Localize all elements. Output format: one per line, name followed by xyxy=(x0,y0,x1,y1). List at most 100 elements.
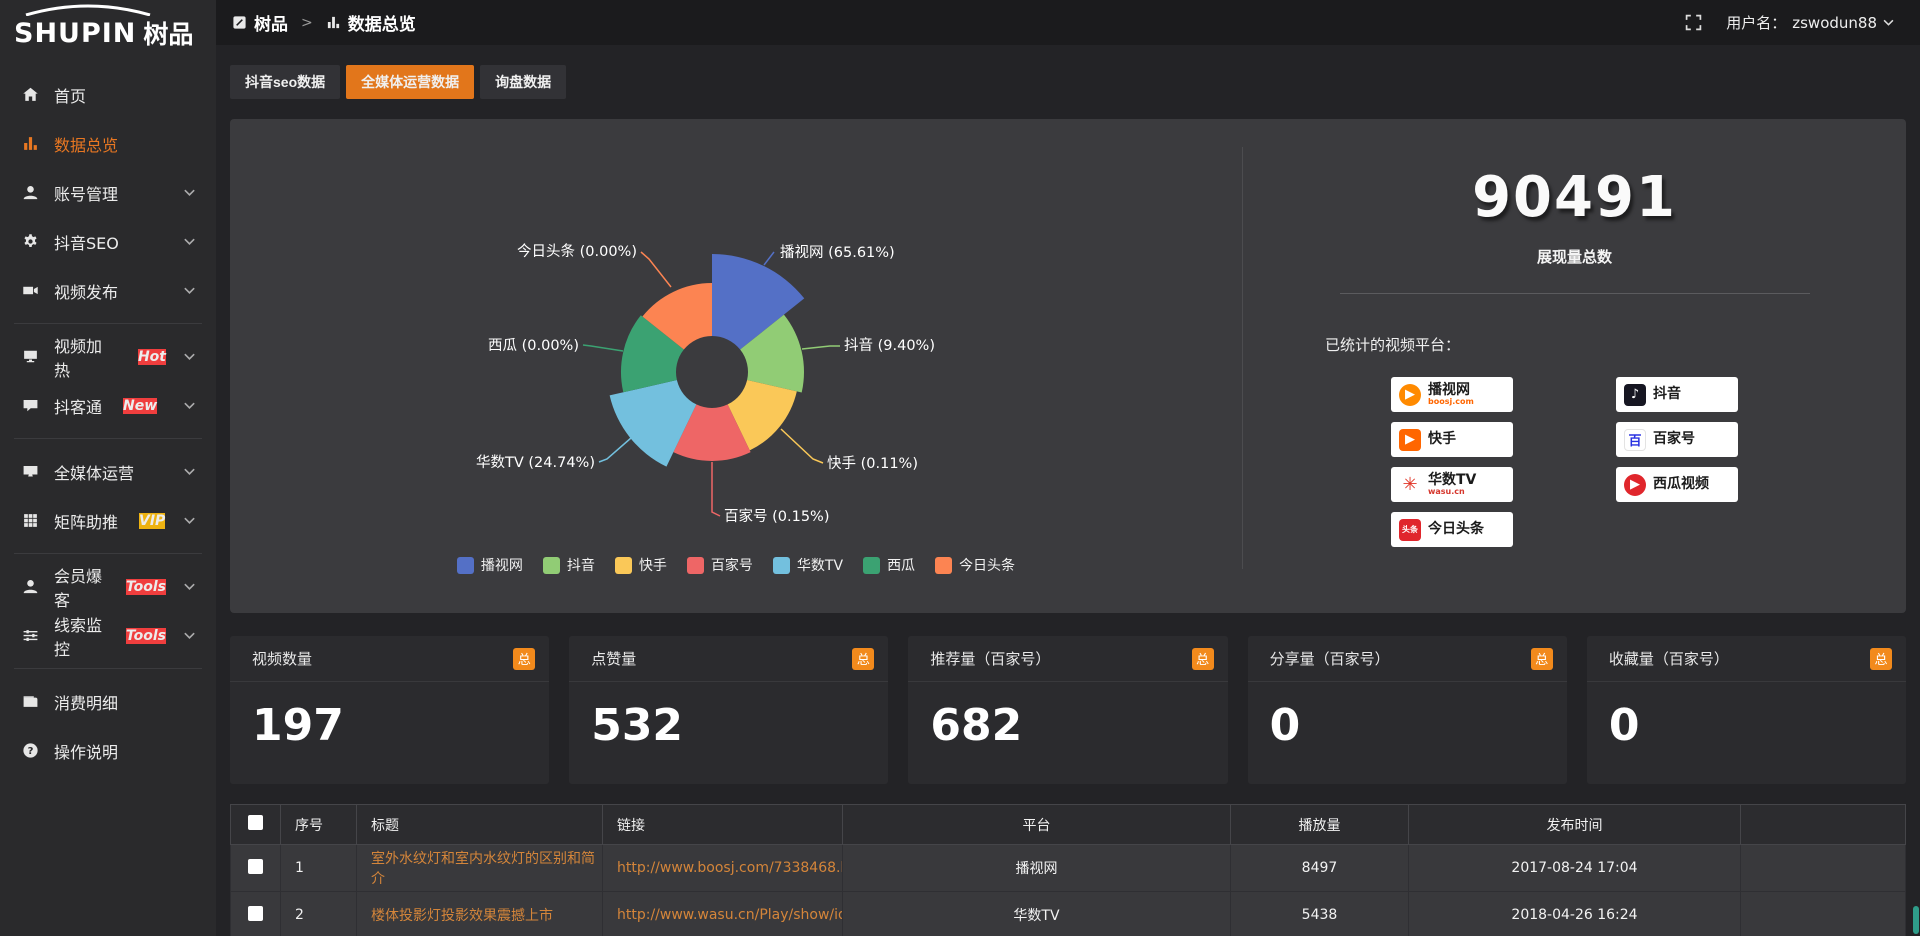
col-title: 标题 xyxy=(357,805,603,845)
sidebar-item-help[interactable]: ? 操作说明 xyxy=(0,726,216,775)
platform-badge-wasu[interactable]: ✳ 华数TVwasu.cn xyxy=(1391,467,1513,502)
person-icon xyxy=(22,578,39,595)
impressions-label: 展现量总数 xyxy=(1243,246,1906,267)
legend-item[interactable]: 今日头条 xyxy=(935,555,1015,575)
total-badge[interactable]: 总 xyxy=(1192,648,1214,670)
chevron-down-icon xyxy=(181,517,198,524)
cell-title[interactable]: 室外水纹灯和室内水纹灯的区别和简介 xyxy=(357,845,603,892)
cell-time: 2018-04-26 16:24 xyxy=(1409,892,1741,936)
video-camera-icon xyxy=(22,282,39,299)
table-header-row: 序号 标题 链接 平台 播放量 发布时间 xyxy=(231,805,1906,845)
total-badge[interactable]: 总 xyxy=(852,648,874,670)
cell-platform: 华数TV xyxy=(843,892,1231,936)
breadcrumb-item[interactable]: 数据总览 xyxy=(348,10,416,35)
select-all-checkbox[interactable] xyxy=(248,815,263,830)
brand-logo[interactable]: SHUPIN 树品 xyxy=(0,0,216,56)
gear-icon xyxy=(22,233,39,250)
sidebar-item-label: 账号管理 xyxy=(54,181,118,205)
breadcrumb-item[interactable]: 树品 xyxy=(254,10,288,35)
user-icon xyxy=(22,184,39,201)
platform-badge-baijiahao[interactable]: 百 百家号 xyxy=(1616,422,1738,457)
sidebar-item-home[interactable]: 首页 xyxy=(0,70,216,119)
impressions-total: 90491 xyxy=(1243,165,1906,230)
chevron-down-icon xyxy=(1883,19,1894,26)
pie-label: 快手 (0.11%) xyxy=(827,455,918,472)
platform-badge-douyin[interactable]: ♪ 抖音 xyxy=(1616,377,1738,412)
chevron-down-icon xyxy=(181,402,198,409)
chevron-down-icon xyxy=(181,583,198,590)
legend-swatch xyxy=(543,557,560,574)
cell-link[interactable]: http://www.boosj.com/7338468.html xyxy=(617,860,842,876)
card-value: 0 xyxy=(1587,682,1906,751)
total-badge[interactable]: 总 xyxy=(1531,648,1553,670)
sidebar-item-label: 视频发布 xyxy=(54,279,118,303)
sidebar-item-data-overview[interactable]: 数据总览 xyxy=(0,119,216,168)
card-video-count: 视频数量总 197 xyxy=(230,636,549,784)
monitor-icon xyxy=(22,348,39,365)
row-checkbox[interactable] xyxy=(248,859,263,874)
legend-item[interactable]: 快手 xyxy=(615,555,667,575)
legend-swatch xyxy=(773,557,790,574)
svg-text:?: ? xyxy=(28,746,34,757)
menu-divider xyxy=(14,553,202,554)
sidebar-item-label: 全媒体运营 xyxy=(54,460,134,484)
cell-title[interactable]: 楼体投影灯投影效果震撼上市 xyxy=(357,892,603,936)
chevron-down-icon xyxy=(181,632,198,639)
row-checkbox[interactable] xyxy=(248,906,263,921)
platform-badge-boosj[interactable]: ▶ 播视网boosj.com xyxy=(1391,377,1513,412)
logo-text-cn: 树品 xyxy=(143,22,193,47)
sidebar-item-douyin-seo[interactable]: 抖音SEO xyxy=(0,217,216,266)
user-menu[interactable]: 用户名： zswodun88 xyxy=(1726,12,1894,33)
sidebar-item-lead-monitor[interactable]: 线索监控 Tools xyxy=(0,611,216,660)
bar-chart-icon xyxy=(326,15,341,30)
table-row: 1 室外水纹灯和室内水纹灯的区别和简介 http://www.boosj.com… xyxy=(231,845,1906,892)
xigua-icon: ▶ xyxy=(1624,474,1646,496)
wallet-icon xyxy=(22,693,39,710)
sidebar-item-omnimedia[interactable]: 全媒体运营 xyxy=(0,447,216,496)
username: zswodun88 xyxy=(1792,14,1877,32)
legend-item[interactable]: 百家号 xyxy=(687,555,753,575)
cell-link[interactable]: http://www.wasu.cn/Play/show/id/952... xyxy=(617,907,842,923)
platform-badge-toutiao[interactable]: 头条 今日头条 xyxy=(1391,512,1513,547)
tab-inquiry-data[interactable]: 询盘数据 xyxy=(480,65,566,99)
pie-label: 西瓜 (0.00%) xyxy=(488,338,579,354)
sidebar-item-spend-detail[interactable]: 消费明细 xyxy=(0,677,216,726)
sidebar-item-label: 视频加热 xyxy=(54,333,117,381)
baijiahao-icon: 百 xyxy=(1624,429,1646,451)
chat-bubble-icon xyxy=(22,397,39,414)
platform-badge-kuaishou[interactable]: ▶ 快手 xyxy=(1391,422,1513,457)
legend-item[interactable]: 华数TV xyxy=(773,555,843,575)
pie-label-line xyxy=(583,345,623,351)
legend-item[interactable]: 抖音 xyxy=(543,555,595,575)
stat-cards: 视频数量总 197 点赞量总 532 推荐量（百家号）总 682 分享量（百家号… xyxy=(230,636,1906,784)
tab-omnimedia-data[interactable]: 全媒体运营数据 xyxy=(346,65,474,99)
sidebar-item-doketong[interactable]: 抖客通 New xyxy=(0,381,216,430)
wasu-icon: ✳ xyxy=(1399,474,1421,496)
bar-chart-icon xyxy=(22,135,39,152)
col-link: 链接 xyxy=(603,805,843,845)
sidebar-item-member-burst[interactable]: 会员爆客 Tools xyxy=(0,562,216,611)
platform-badge-xigua[interactable]: ▶ 西瓜视频 xyxy=(1616,467,1738,502)
legend-item[interactable]: 播视网 xyxy=(457,555,523,575)
total-badge[interactable]: 总 xyxy=(513,648,535,670)
fullscreen-icon[interactable] xyxy=(1685,14,1702,31)
new-badge: New xyxy=(123,398,157,414)
douyin-icon: ♪ xyxy=(1624,384,1646,406)
sidebar-item-video-heat[interactable]: 视频加热 Hot xyxy=(0,332,216,381)
sidebar-item-label: 消费明细 xyxy=(54,690,118,714)
cell-time: 2017-08-24 17:04 xyxy=(1409,845,1741,892)
tab-douyin-seo-data[interactable]: 抖音seo数据 xyxy=(230,65,340,99)
chevron-down-icon xyxy=(181,468,198,475)
sidebar-item-video-publish[interactable]: 视频发布 xyxy=(0,266,216,315)
legend-swatch xyxy=(687,557,704,574)
total-badge[interactable]: 总 xyxy=(1870,648,1892,670)
sidebar-item-matrix-boost[interactable]: 矩阵助推 VIP xyxy=(0,496,216,545)
pie-label: 播视网 (65.61%) xyxy=(780,244,895,261)
legend-item[interactable]: 西瓜 xyxy=(863,555,915,575)
cell-no: 2 xyxy=(281,892,357,936)
sidebar-item-label: 抖客通 xyxy=(54,394,102,418)
sidebar-item-label: 会员爆客 xyxy=(54,563,105,611)
scrollbar-thumb[interactable] xyxy=(1913,906,1919,934)
sidebar-item-account[interactable]: 账号管理 xyxy=(0,168,216,217)
video-table: 序号 标题 链接 平台 播放量 发布时间 1 室外水纹灯和室内水纹灯的区别和简介 xyxy=(230,804,1906,936)
